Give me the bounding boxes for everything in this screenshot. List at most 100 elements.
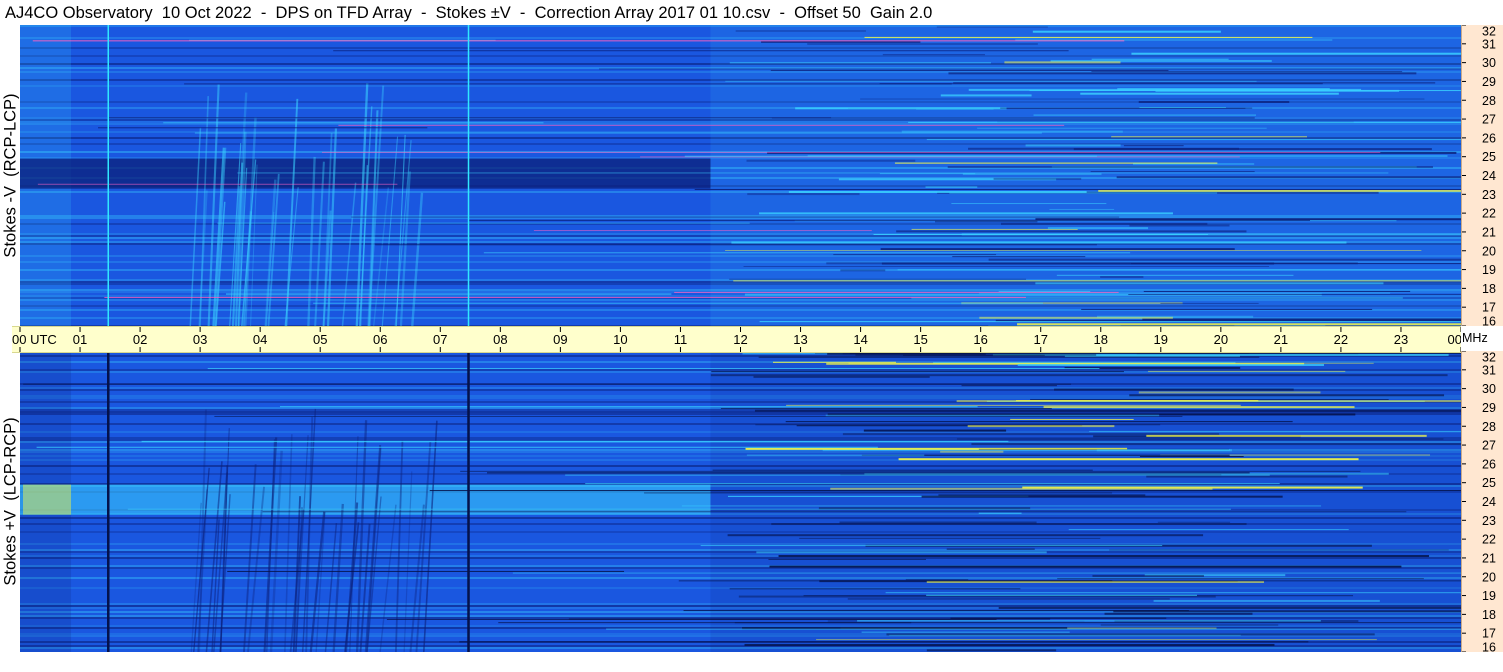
top-freq-tick-label: 17 xyxy=(1482,301,1496,315)
time-tick-label: 23 xyxy=(1394,332,1408,347)
bottom-freq-tick-label: 24 xyxy=(1482,495,1496,509)
top-rfi-line xyxy=(163,122,544,124)
top-noise-streak xyxy=(961,233,1461,236)
stokes-plus-v-heatmap xyxy=(20,351,1461,652)
bottom-freq-tick-label: 31 xyxy=(1482,363,1496,377)
bottom-noise-streak xyxy=(857,620,1321,622)
top-noise-streak xyxy=(979,316,1173,319)
top-noise-streak xyxy=(936,26,1048,28)
top-rfi-line xyxy=(217,222,750,224)
top-noise-streak xyxy=(1000,107,1253,109)
top-noise-streak xyxy=(1131,52,1461,55)
bottom-noise-streak xyxy=(961,385,1057,387)
top-noise-streak xyxy=(759,321,1461,323)
bottom-noise-streak xyxy=(785,421,1293,423)
bottom-noise-streak xyxy=(1146,475,1348,478)
top-noise-streak xyxy=(897,269,1461,271)
top-noise-streak xyxy=(977,127,1267,129)
top-rfi-line xyxy=(483,252,1131,254)
mhz-unit-label: MHz xyxy=(1462,331,1488,345)
bottom-noise-streak xyxy=(1109,549,1449,551)
bottom-noise-streak xyxy=(1030,399,1389,401)
top-noise-streak xyxy=(795,107,1007,110)
top-freq-tick-label: 19 xyxy=(1482,263,1496,277)
bottom-noise-streak xyxy=(1010,418,1134,420)
top-noise-streak xyxy=(968,147,1239,150)
top-freq-tick-label: 27 xyxy=(1482,113,1496,127)
bottom-rfi-line xyxy=(700,545,1163,547)
time-tick-label: 14 xyxy=(853,332,867,347)
bottom-noise-streak xyxy=(744,643,1275,646)
stokes-minus-v-spectrogram xyxy=(20,25,1461,326)
bottom-noise-streak xyxy=(746,454,925,456)
bottom-noise-streak xyxy=(921,495,1283,498)
top-noise-streak xyxy=(1098,189,1461,192)
bottom-rfi-line xyxy=(644,492,1113,494)
top-noise-streak xyxy=(788,190,1087,193)
bottom-noise-streak xyxy=(1096,449,1232,452)
bottom-noise-streak xyxy=(998,606,1461,609)
top-frequency-ticks: 1617 18 19 20 21 22 23 24 25 26 27 28 29 30 3132 xyxy=(1462,25,1496,326)
top-rfi-line xyxy=(533,230,872,232)
bottom-noise-streak xyxy=(1129,394,1445,397)
bottom-noise-streak xyxy=(956,400,1461,403)
top-noise-streak xyxy=(1100,276,1144,278)
top-noise-streak xyxy=(860,98,1425,100)
chart-title: AJ4CO Observatory 10 Oct 2022 - DPS on T… xyxy=(5,4,933,22)
bottom-noise-streak xyxy=(768,558,926,560)
top-noise-streak xyxy=(1004,61,1121,64)
bottom-rfi-line xyxy=(568,618,1051,620)
bottom-noise-streak xyxy=(903,354,1045,356)
bottom-noise-streak xyxy=(1043,406,1355,409)
time-tick-label: 13 xyxy=(793,332,807,347)
top-noise-streak xyxy=(948,72,1417,75)
top-noisy-region xyxy=(710,25,1461,326)
top-rfi-line xyxy=(313,302,1043,304)
bottom-noise-streak xyxy=(1157,521,1231,523)
top-noise-streak xyxy=(1131,263,1461,265)
bottom-rfi-line xyxy=(565,474,1270,476)
bottom-noise-streak xyxy=(816,639,1377,641)
bottom-noise-streak xyxy=(1138,391,1321,394)
top-noise-streak xyxy=(729,62,992,64)
top-noise-streak xyxy=(770,69,1169,71)
time-tick-label: 02 xyxy=(133,332,147,347)
bottom-noise-streak xyxy=(956,438,1444,440)
bottom-rfi-line xyxy=(279,406,978,408)
top-noise-streak xyxy=(864,36,1313,38)
top-noise-streak xyxy=(1080,92,1339,95)
top-noise-streak xyxy=(1123,145,1184,147)
top-noise-streak xyxy=(1047,227,1149,230)
bottom-noise-streak xyxy=(1092,574,1204,577)
bottom-rfi-line xyxy=(214,415,1183,417)
time-tick-label: 00 xyxy=(1448,332,1461,347)
bottom-noise-streak xyxy=(769,565,1402,568)
bottom-rfi-line xyxy=(36,446,878,448)
bottom-noise-streak xyxy=(898,458,1359,461)
bottom-rfi-line xyxy=(141,440,1009,442)
time-tick-label: 18 xyxy=(1094,332,1108,347)
bottom-noise-streak xyxy=(946,548,1035,550)
top-noise-streak xyxy=(1049,208,1115,210)
bottom-panel-ylabel-text: Stokes +V (LCP-RCP) xyxy=(1,417,20,586)
bottom-freq-tick-label: 22 xyxy=(1482,533,1496,547)
top-freq-tick-label: 20 xyxy=(1482,244,1496,258)
top-noise-streak xyxy=(1091,71,1403,73)
bottom-noise-streak xyxy=(1100,624,1279,626)
top-frequency-axis: 16 17 18 19 20 21 22 23 24 25 26 27 28 29 30 31 32 xyxy=(1461,25,1503,326)
bottom-freq-tick-label: 23 xyxy=(1482,514,1496,528)
top-noise-streak xyxy=(896,230,1247,233)
bottom-rfi-line xyxy=(585,483,1280,485)
bottom-noise-streak xyxy=(839,521,1037,524)
time-tick-label: 03 xyxy=(193,332,207,347)
bottom-noise-streak xyxy=(926,649,1057,652)
top-noise-streak xyxy=(926,139,1461,141)
top-noise-streak xyxy=(746,159,916,162)
top-rfi-line xyxy=(37,183,398,185)
top-noise-streak xyxy=(1138,100,1290,103)
top-noise-streak xyxy=(1117,87,1330,90)
time-tick-label: 22 xyxy=(1334,332,1348,347)
bottom-freq-tick-label: 18 xyxy=(1482,608,1496,622)
bottom-freq-tick-label: 21 xyxy=(1482,551,1496,565)
top-freq-tick-label: 26 xyxy=(1482,131,1496,145)
